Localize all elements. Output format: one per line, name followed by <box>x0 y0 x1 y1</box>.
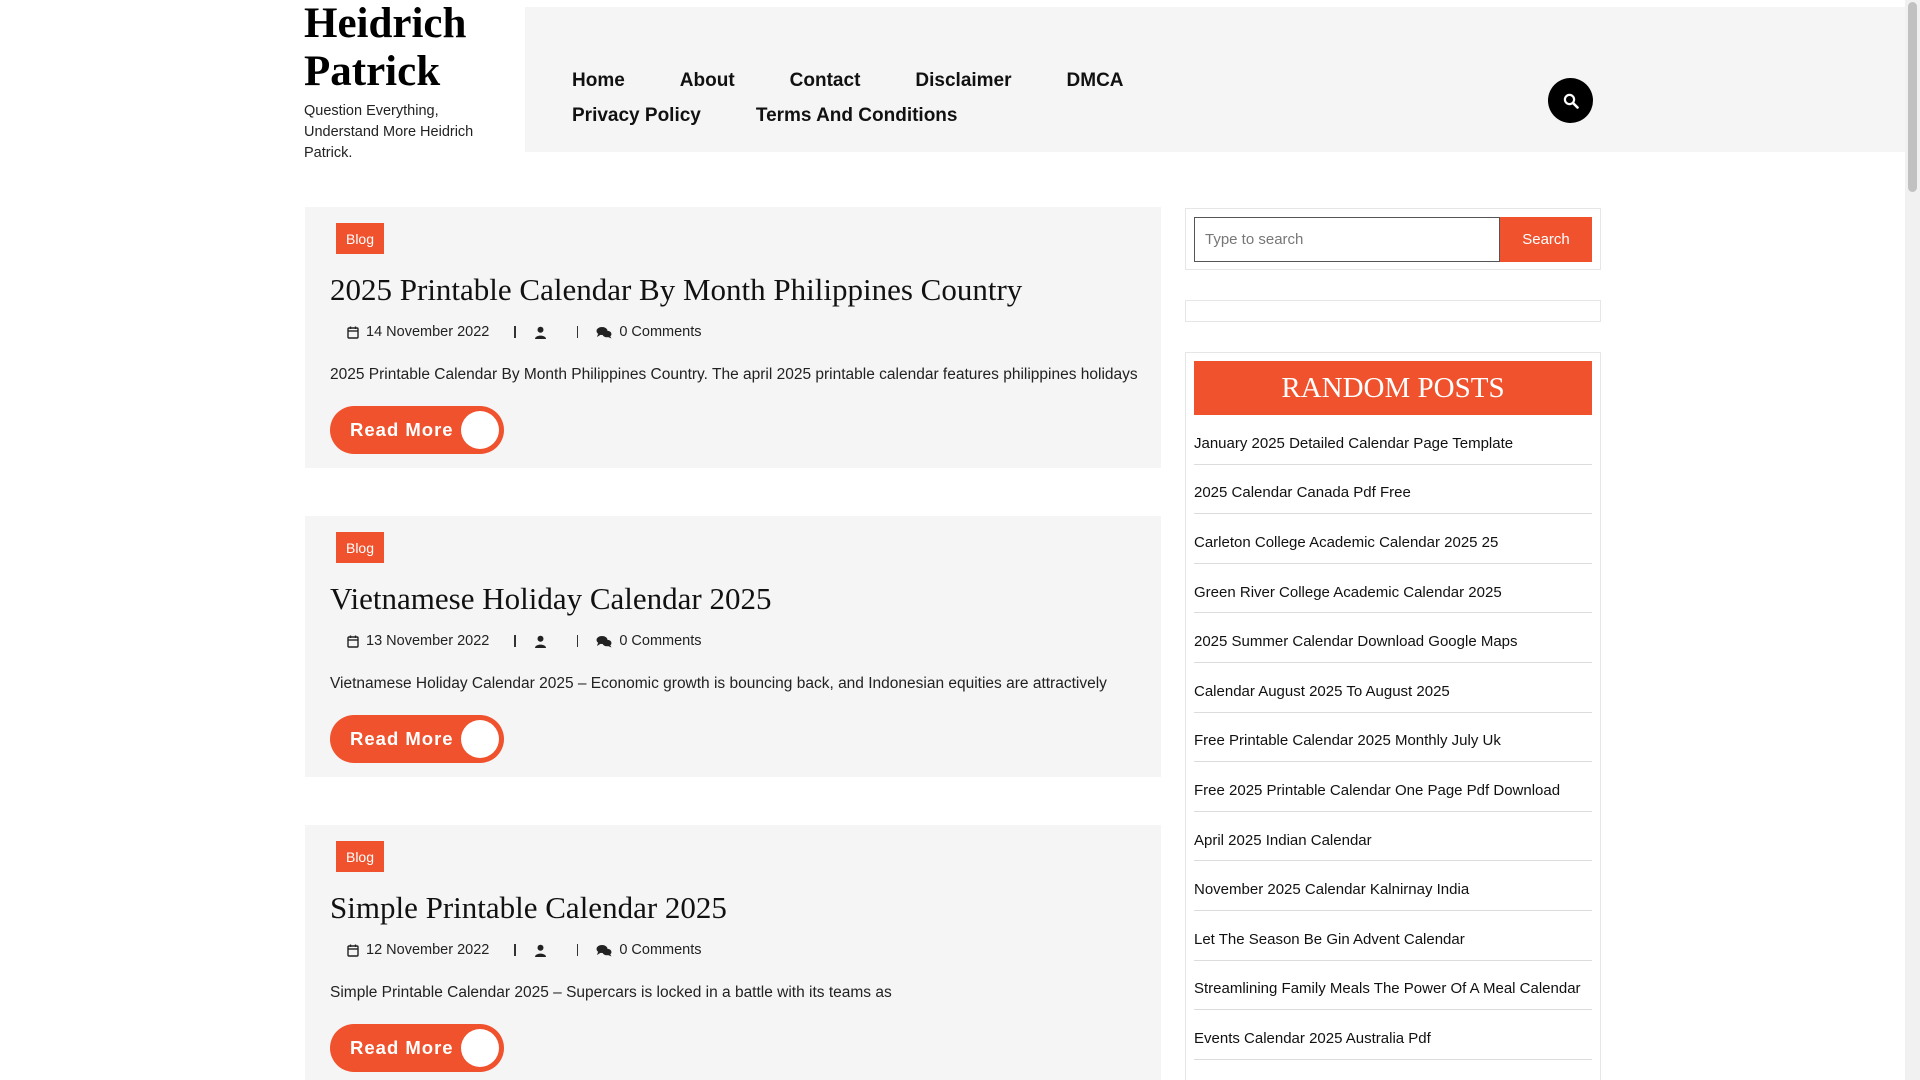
read-more-button[interactable]: Read More <box>330 406 504 454</box>
nav-menu: Home About Contact Disclaimer DMCA Priva… <box>572 69 1352 128</box>
meta-separator <box>514 635 516 647</box>
user-icon <box>534 944 546 957</box>
nav-item-about[interactable]: About <box>680 69 735 93</box>
post-date: 13 November 2022 <box>347 633 489 649</box>
post-excerpt: 2025 Printable Calendar By Month Philipp… <box>330 366 1138 383</box>
search-icon <box>1563 93 1579 109</box>
random-posts-widget: RANDOM POSTS January 2025 Detailed Calen… <box>1185 352 1601 1080</box>
post-title[interactable]: 2025 Printable Calendar By Month Philipp… <box>330 270 1022 310</box>
meta-separator <box>514 944 516 956</box>
scrollbar-thumb[interactable] <box>1908 2 1917 192</box>
random-post-link[interactable]: Free Printable Calendar 2025 Monthly Jul… <box>1194 713 1592 763</box>
post-comments-count: 0 Comments <box>619 942 702 958</box>
meta-separator <box>576 326 579 338</box>
random-posts-heading: RANDOM POSTS <box>1194 361 1592 415</box>
header-search-button[interactable] <box>1548 78 1593 123</box>
calendar-icon <box>347 635 359 648</box>
post-comments[interactable]: 0 Comments <box>596 633 702 649</box>
post-meta: 12 November 2022 0 Comments <box>347 940 702 960</box>
post-author[interactable] <box>534 326 577 339</box>
post-card: Blog 2025 Printable Calendar By Month Ph… <box>305 207 1161 468</box>
random-post-link[interactable]: Carleton College Academic Calendar 2025 … <box>1194 514 1592 564</box>
nav-item-terms[interactable]: Terms And Conditions <box>756 104 958 128</box>
meta-separator <box>576 635 579 647</box>
post-excerpt: Simple Printable Calendar 2025 – Superca… <box>330 984 892 1001</box>
nav-item-privacy-policy[interactable]: Privacy Policy <box>572 104 701 128</box>
meta-separator <box>576 944 579 956</box>
user-icon <box>534 635 546 648</box>
post-date: 12 November 2022 <box>347 942 489 958</box>
random-post-link[interactable]: Let The Season Be Gin Advent Calendar <box>1194 911 1592 961</box>
post-date-text: 13 November 2022 <box>366 633 490 649</box>
random-post-link[interactable]: Streamlining Family Meals The Power Of A… <box>1194 961 1592 1011</box>
random-post-link[interactable]: Events Calendar 2025 Australia Pdf <box>1194 1010 1592 1060</box>
comments-icon <box>596 326 612 338</box>
nav-item-dmca[interactable]: DMCA <box>1067 69 1124 93</box>
nav-item-disclaimer[interactable]: Disclaimer <box>915 69 1011 93</box>
post-comments[interactable]: 0 Comments <box>596 942 702 958</box>
category-badge[interactable]: Blog <box>336 532 384 563</box>
site-title[interactable]: Heidrich Patrick <box>304 0 504 96</box>
user-icon <box>534 326 546 339</box>
nav-item-contact[interactable]: Contact <box>790 69 861 93</box>
search-input[interactable] <box>1194 217 1500 262</box>
post-card: Blog Simple Printable Calendar 2025 12 N… <box>305 825 1161 1080</box>
random-post-link[interactable]: Green River College Academic Calendar 20… <box>1194 564 1592 614</box>
read-more-circle <box>461 1029 499 1067</box>
post-card: Blog Vietnamese Holiday Calendar 2025 13… <box>305 516 1161 777</box>
post-meta: 14 November 2022 0 Comments <box>347 322 702 342</box>
category-badge[interactable]: Blog <box>336 223 384 254</box>
calendar-icon <box>347 944 359 957</box>
read-more-button[interactable]: Read More <box>330 1024 504 1072</box>
comments-icon <box>596 944 612 956</box>
read-more-circle <box>461 720 499 758</box>
read-more-circle <box>461 411 499 449</box>
random-post-link[interactable]: November 2025 Calendar Kalnirnay India <box>1194 861 1592 911</box>
site-branding: Heidrich Patrick Question Everything, Un… <box>304 0 504 164</box>
post-excerpt: Vietnamese Holiday Calendar 2025 – Econo… <box>330 675 1107 692</box>
post-title[interactable]: Simple Printable Calendar 2025 <box>330 888 727 928</box>
post-author[interactable] <box>534 635 577 648</box>
post-meta: 13 November 2022 0 Comments <box>347 631 702 651</box>
search-button[interactable]: Search <box>1500 217 1592 262</box>
post-author[interactable] <box>534 944 577 957</box>
comments-icon <box>596 635 612 647</box>
random-post-link[interactable]: January 2025 Detailed Calendar Page Temp… <box>1194 415 1592 465</box>
post-date-text: 12 November 2022 <box>366 942 490 958</box>
search-widget: Search <box>1185 208 1601 270</box>
read-more-label: Read More <box>350 419 454 440</box>
category-badge[interactable]: Blog <box>336 841 384 872</box>
post-title[interactable]: Vietnamese Holiday Calendar 2025 <box>330 579 771 619</box>
post-comments-count: 0 Comments <box>619 633 702 649</box>
random-post-link[interactable]: 2025 Summer Calendar Download Google Map… <box>1194 613 1592 663</box>
post-comments-count: 0 Comments <box>619 324 702 340</box>
read-more-button[interactable]: Read More <box>330 715 504 763</box>
main-navigation: Home About Contact Disclaimer DMCA Priva… <box>525 7 1920 152</box>
random-post-link[interactable]: April 2025 Indian Calendar <box>1194 812 1592 862</box>
page-scrollbar[interactable] <box>1905 0 1920 1080</box>
read-more-label: Read More <box>350 728 454 749</box>
meta-separator <box>514 326 516 338</box>
site-tagline: Question Everything, Understand More Hei… <box>304 103 474 161</box>
post-comments[interactable]: 0 Comments <box>596 324 702 340</box>
random-post-link[interactable]: Free 2025 Printable Calendar One Page Pd… <box>1194 762 1592 812</box>
post-date: 14 November 2022 <box>347 324 489 340</box>
random-post-link[interactable]: Calendar August 2025 To August 2025 <box>1194 663 1592 713</box>
empty-widget <box>1185 300 1601 322</box>
post-date-text: 14 November 2022 <box>366 324 490 340</box>
calendar-icon <box>347 326 359 339</box>
random-post-link[interactable]: 2025 Calendar Canada Pdf Free <box>1194 465 1592 515</box>
read-more-label: Read More <box>350 1037 454 1058</box>
random-posts-list: January 2025 Detailed Calendar Page Temp… <box>1194 415 1592 1060</box>
nav-item-home[interactable]: Home <box>572 69 625 93</box>
